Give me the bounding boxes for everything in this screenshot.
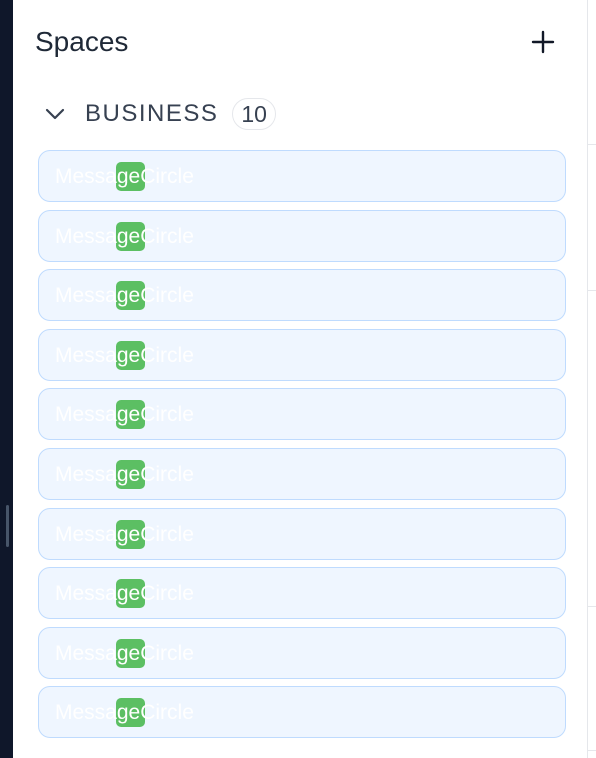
space-label: MessageCircle (55, 701, 194, 725)
space-item[interactable]: MessageCircle (38, 150, 566, 202)
space-item[interactable]: MessageCircle (38, 686, 566, 739)
divider (588, 750, 596, 751)
plus-icon (531, 30, 555, 54)
space-label: MessageCircle (55, 224, 194, 248)
add-space-button[interactable] (527, 26, 559, 58)
space-label: MessageCircle (55, 343, 194, 367)
group-count-badge: 10 (232, 98, 276, 130)
panel-title: Spaces (35, 26, 129, 57)
divider (588, 606, 596, 607)
space-label: MessageCircle (55, 522, 194, 546)
space-item[interactable]: MessageCircle (38, 328, 566, 381)
space-label: MessageCircle (55, 403, 194, 427)
space-item[interactable]: MessageCircle (38, 626, 566, 679)
space-list: MessageCircle MessageCircle MessageCircl… (38, 150, 566, 746)
spaces-panel: Spaces BUSINESS 10 MessageCircle Message… (13, 0, 588, 758)
group-header-business[interactable]: BUSINESS 10 (43, 96, 276, 132)
space-item[interactable]: MessageCircle (38, 447, 566, 500)
space-label: MessageCircle (55, 641, 194, 665)
space-item[interactable]: MessageCircle (38, 388, 566, 441)
group-name: BUSINESS (85, 100, 219, 127)
divider (588, 290, 596, 291)
space-item[interactable]: MessageCircle (38, 269, 566, 322)
divider (588, 144, 596, 145)
space-label: MessageCircle (55, 582, 194, 606)
space-label: MessageCircle (55, 284, 194, 308)
space-label: MessageCircle (55, 165, 194, 188)
space-label: MessageCircle (55, 462, 194, 486)
adjacent-pane-edge (588, 0, 596, 758)
resize-handle[interactable] (6, 505, 9, 547)
chevron-down-icon[interactable] (43, 102, 67, 126)
space-item[interactable]: MessageCircle (38, 209, 566, 262)
space-item[interactable]: MessageCircle (38, 567, 566, 620)
left-rail (0, 0, 13, 758)
space-item[interactable]: MessageCircle (38, 507, 566, 560)
